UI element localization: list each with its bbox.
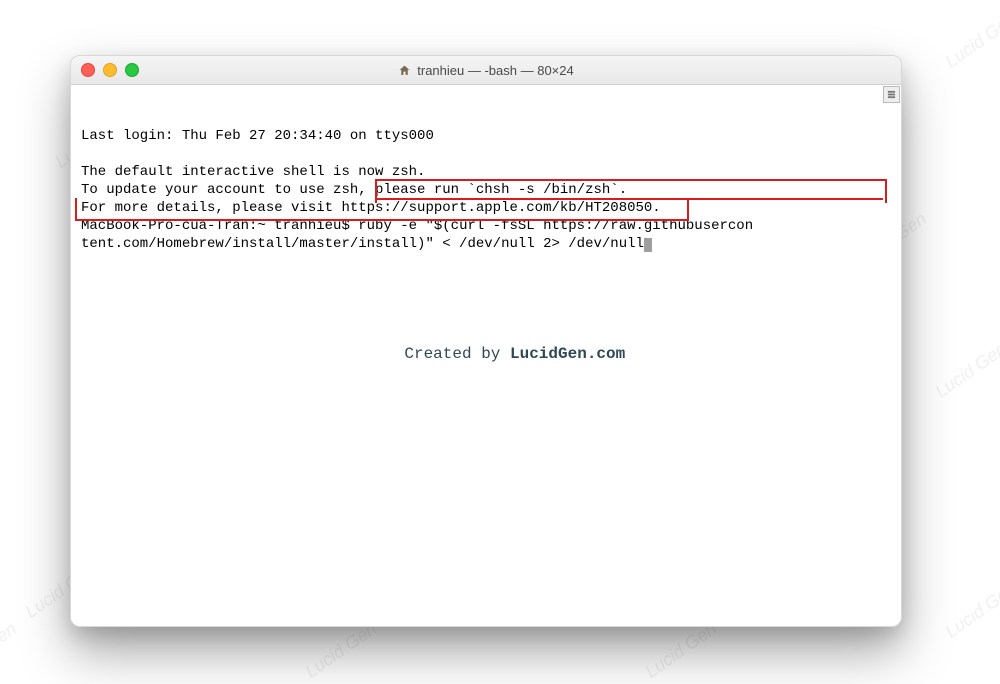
credit-prefix: Created by: [404, 345, 510, 363]
terminal-prompt-line: MacBook-Pro-cua-Tran:~ tranhieu$ ruby -e…: [81, 218, 753, 234]
watermark: Lucid Gen: [931, 338, 1000, 402]
titlebar[interactable]: tranhieu — -bash — 80×24: [71, 56, 901, 85]
watermark: Lucid Gen: [941, 578, 1000, 642]
terminal-line: tent.com/Homebrew/install/master/install…: [81, 236, 652, 252]
traffic-lights: [81, 63, 139, 77]
terminal-line: [81, 146, 89, 162]
terminal-line: To update your account to use zsh, pleas…: [81, 182, 627, 198]
shell-prompt: MacBook-Pro-cua-Tran:~ tranhieu$: [81, 218, 358, 234]
credit-site: LucidGen.com: [510, 345, 625, 363]
credit-line: Created by LucidGen.com: [71, 327, 901, 381]
scroll-indicator-icon: [883, 86, 900, 103]
watermark: Lucid Gen: [941, 8, 1000, 72]
close-button[interactable]: [81, 63, 95, 77]
typed-command-part2: tent.com/Homebrew/install/master/install…: [81, 236, 644, 252]
watermark: Lucid Gen: [641, 618, 720, 682]
terminal-window: tranhieu — -bash — 80×24 Last login: Thu…: [70, 55, 902, 627]
minimize-button[interactable]: [103, 63, 117, 77]
terminal-line: For more details, please visit https://s…: [81, 200, 661, 216]
terminal-line: Last login: Thu Feb 27 20:34:40 on ttys0…: [81, 128, 434, 144]
zoom-button[interactable]: [125, 63, 139, 77]
watermark: Lucid Gen: [301, 618, 380, 682]
home-icon: [398, 64, 411, 77]
terminal-line: The default interactive shell is now zsh…: [81, 164, 425, 180]
window-title: tranhieu — -bash — 80×24: [71, 63, 901, 78]
text-cursor: [644, 238, 652, 252]
watermark: Lucid Gen: [0, 618, 21, 682]
typed-command-part1: ruby -e "$(curl -fsSL https://raw.github…: [358, 218, 753, 234]
window-title-text: tranhieu — -bash — 80×24: [417, 63, 573, 78]
terminal-body[interactable]: Last login: Thu Feb 27 20:34:40 on ttys0…: [71, 85, 901, 403]
